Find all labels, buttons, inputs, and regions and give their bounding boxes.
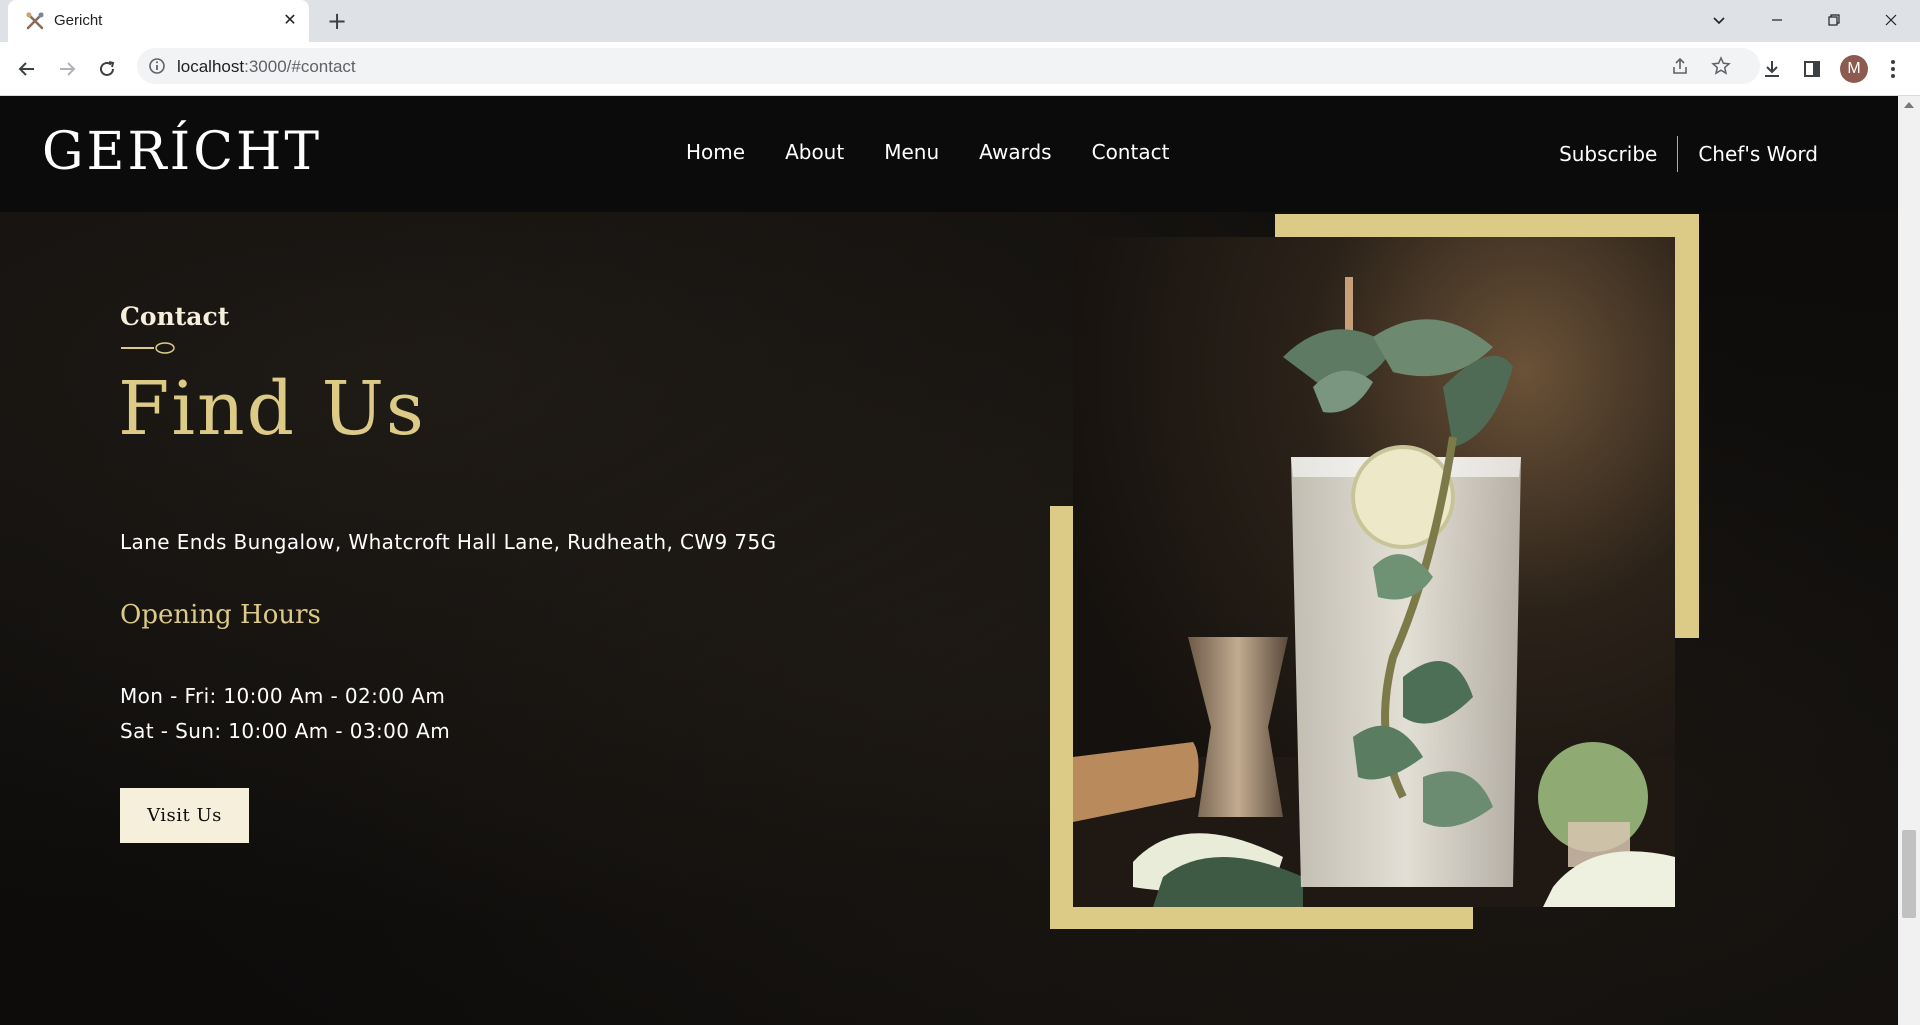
subscribe-link[interactable]: Subscribe <box>1539 137 1677 171</box>
scroll-up-icon[interactable] <box>1904 102 1914 108</box>
hours-weekend: Sat - Sun: 10:00 Am - 03:00 Am <box>120 719 451 743</box>
download-icon[interactable] <box>1759 56 1785 82</box>
menu-icon[interactable] <box>1880 56 1906 82</box>
reload-icon[interactable] <box>93 55 121 83</box>
chefs-word-link[interactable]: Chef's Word <box>1678 137 1838 171</box>
scrollbar-thumb[interactable] <box>1902 830 1916 918</box>
tab-search-icon[interactable] <box>1696 0 1742 40</box>
opening-hours-title: Opening Hours <box>120 600 321 630</box>
nav-link-home[interactable]: Home <box>686 140 745 164</box>
share-icon[interactable] <box>1669 55 1691 77</box>
section-subtitle: Contact <box>120 302 230 331</box>
restore-icon[interactable] <box>1811 0 1857 40</box>
info-icon[interactable] <box>148 57 166 75</box>
forward-icon[interactable] <box>53 55 81 83</box>
site-navbar: GERÍCHT Home About Menu Awards Contact S… <box>0 96 1898 212</box>
tab-close-icon[interactable]: ✕ <box>280 10 300 30</box>
gericht-favicon-icon <box>26 12 44 30</box>
page-heading: Find Us <box>118 366 426 452</box>
star-icon[interactable] <box>1710 55 1732 77</box>
nav-link-awards[interactable]: Awards <box>979 140 1051 164</box>
tab-title: Gericht <box>54 12 103 29</box>
close-window-icon[interactable] <box>1868 0 1914 40</box>
browser-tab[interactable]: Gericht ✕ <box>8 0 309 42</box>
site-logo[interactable]: GERÍCHT <box>42 122 322 182</box>
page-scrollbar[interactable] <box>1898 96 1920 1025</box>
url-text[interactable]: localhost:3000/#contact <box>177 57 356 77</box>
browser-toolbar: localhost:3000/#contact <box>0 42 1920 96</box>
address-bar[interactable]: localhost:3000/#contact <box>137 48 1760 84</box>
visit-us-button[interactable]: Visit Us <box>120 788 249 843</box>
url-host: localhost <box>177 57 245 76</box>
sidepanel-icon[interactable] <box>1799 56 1825 82</box>
url-path: :3000/#contact <box>244 57 356 76</box>
back-icon[interactable] <box>13 55 41 83</box>
nav-link-contact[interactable]: Contact <box>1092 140 1170 164</box>
browser-tabbar: Gericht ✕ + <box>0 0 1920 42</box>
profile-avatar[interactable]: M <box>1840 55 1868 83</box>
new-tab-icon[interactable]: + <box>323 8 351 36</box>
spoon-icon <box>121 342 175 354</box>
page-viewport: GERÍCHT Home About Menu Awards Contact S… <box>0 96 1920 1025</box>
nav-link-about[interactable]: About <box>785 140 844 164</box>
cocktail-illustration <box>1073 237 1675 907</box>
minimize-icon[interactable] <box>1754 0 1800 40</box>
nav-links: Home About Menu Awards Contact <box>686 140 1169 164</box>
cocktail-photo <box>1073 237 1675 907</box>
nav-right: Subscribe Chef's Word <box>1539 136 1838 172</box>
address-text: Lane Ends Bungalow, Whatcroft Hall Lane,… <box>120 530 777 554</box>
nav-link-menu[interactable]: Menu <box>884 140 939 164</box>
hours-weekday: Mon - Fri: 10:00 Am - 02:00 Am <box>120 684 446 708</box>
